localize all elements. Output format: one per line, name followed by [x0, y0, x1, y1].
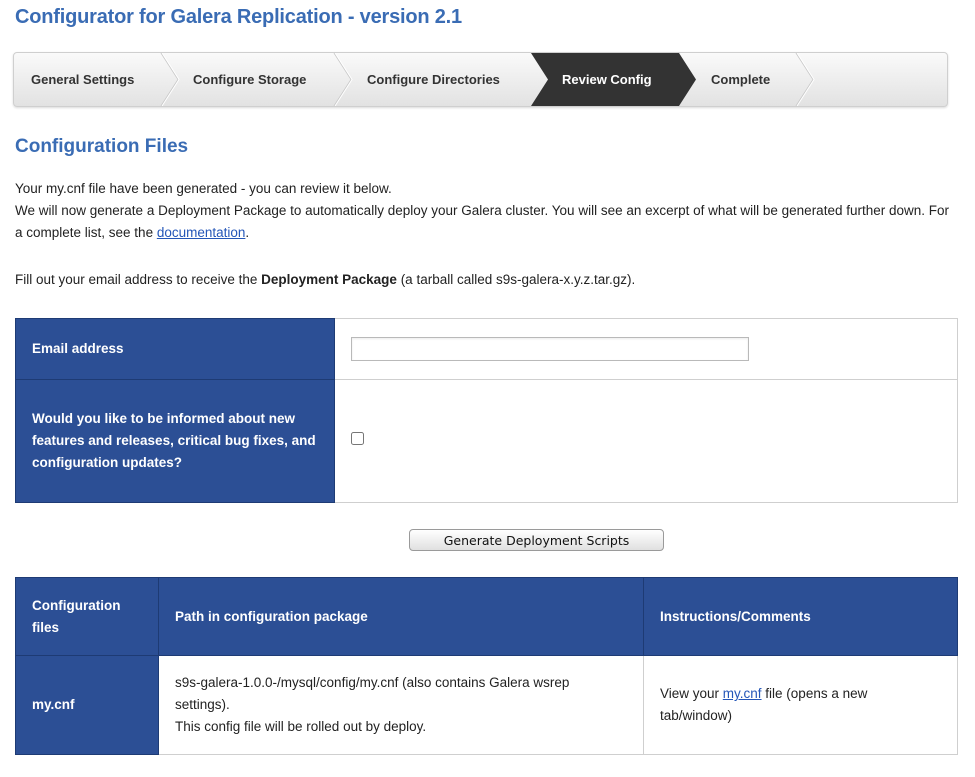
wizard-step-configure-storage[interactable]: Configure Storage — [193, 53, 306, 106]
generate-deployment-scripts-button[interactable]: Generate Deployment Scripts — [409, 529, 664, 551]
file-path-note: This config file will be rolled out by d… — [175, 719, 427, 734]
inform-checkbox[interactable] — [351, 432, 364, 445]
documentation-link[interactable]: documentation — [157, 225, 246, 240]
step-separator — [796, 53, 815, 106]
intro-text: Your my.cnf file have been generated - y… — [15, 178, 955, 244]
header-instructions: Instructions/Comments — [643, 577, 958, 656]
wizard-step-review-config[interactable]: Review Config — [562, 53, 652, 106]
file-instructions: View your my.cnf file (opens a new tab/w… — [643, 655, 958, 755]
app-title: Configurator for Galera Replication - ve… — [15, 6, 462, 28]
wizard-step-general-settings[interactable]: General Settings — [31, 53, 134, 106]
intro-line-2: We will now generate a Deployment Packag… — [15, 200, 955, 244]
config-files-table: Configuration files Path in configuratio… — [15, 577, 958, 755]
email-input[interactable] — [351, 337, 749, 361]
section-title: Configuration Files — [15, 136, 189, 157]
header-path: Path in configuration package — [158, 577, 644, 656]
instructions-text: View your — [660, 686, 723, 701]
email-cell — [334, 318, 958, 380]
intro-line-1: Your my.cnf file have been generated - y… — [15, 181, 392, 196]
my-cnf-link[interactable]: my.cnf — [723, 686, 762, 701]
inform-cell — [334, 379, 958, 503]
files-table-header: Configuration files Path in configuratio… — [15, 577, 958, 656]
fill-instructions: Fill out your email address to receive t… — [15, 272, 635, 287]
header-configuration-files: Configuration files — [15, 577, 159, 656]
step-separator — [333, 53, 352, 106]
email-row: Email address — [15, 318, 958, 380]
table-row: my.cnf s9s-galera-1.0.0-/mysql/config/my… — [15, 655, 958, 755]
step-separator — [161, 53, 180, 106]
fill-text-end: (a tarball called s9s-galera-x.y.z.tar.g… — [396, 272, 636, 287]
step-separator — [334, 53, 353, 106]
file-path-text: s9s-galera-1.0.0-/mysql/config/my.cnf (a… — [175, 675, 570, 712]
step-separator — [160, 53, 179, 106]
fill-text: Fill out your email address to receive t… — [15, 272, 262, 287]
step-separator — [795, 53, 814, 106]
intro-line-2-text: We will now generate a Deployment Packag… — [15, 203, 950, 240]
fill-bold-text: Deployment Package — [261, 272, 397, 287]
email-label: Email address — [15, 318, 335, 380]
wizard-step-configure-directories[interactable]: Configure Directories — [367, 53, 500, 106]
intro-line-2-end: . — [245, 225, 250, 240]
wizard-step-complete[interactable]: Complete — [711, 53, 770, 106]
wizard-breadcrumb: General Settings Configure Storage Confi… — [13, 52, 948, 107]
inform-row: Would you like to be informed about new … — [15, 379, 958, 503]
file-path: s9s-galera-1.0.0-/mysql/config/my.cnf (a… — [158, 655, 644, 755]
email-form-table: Email address Would you like to be infor… — [15, 318, 958, 503]
file-name: my.cnf — [15, 655, 159, 755]
inform-label: Would you like to be informed about new … — [15, 379, 335, 503]
